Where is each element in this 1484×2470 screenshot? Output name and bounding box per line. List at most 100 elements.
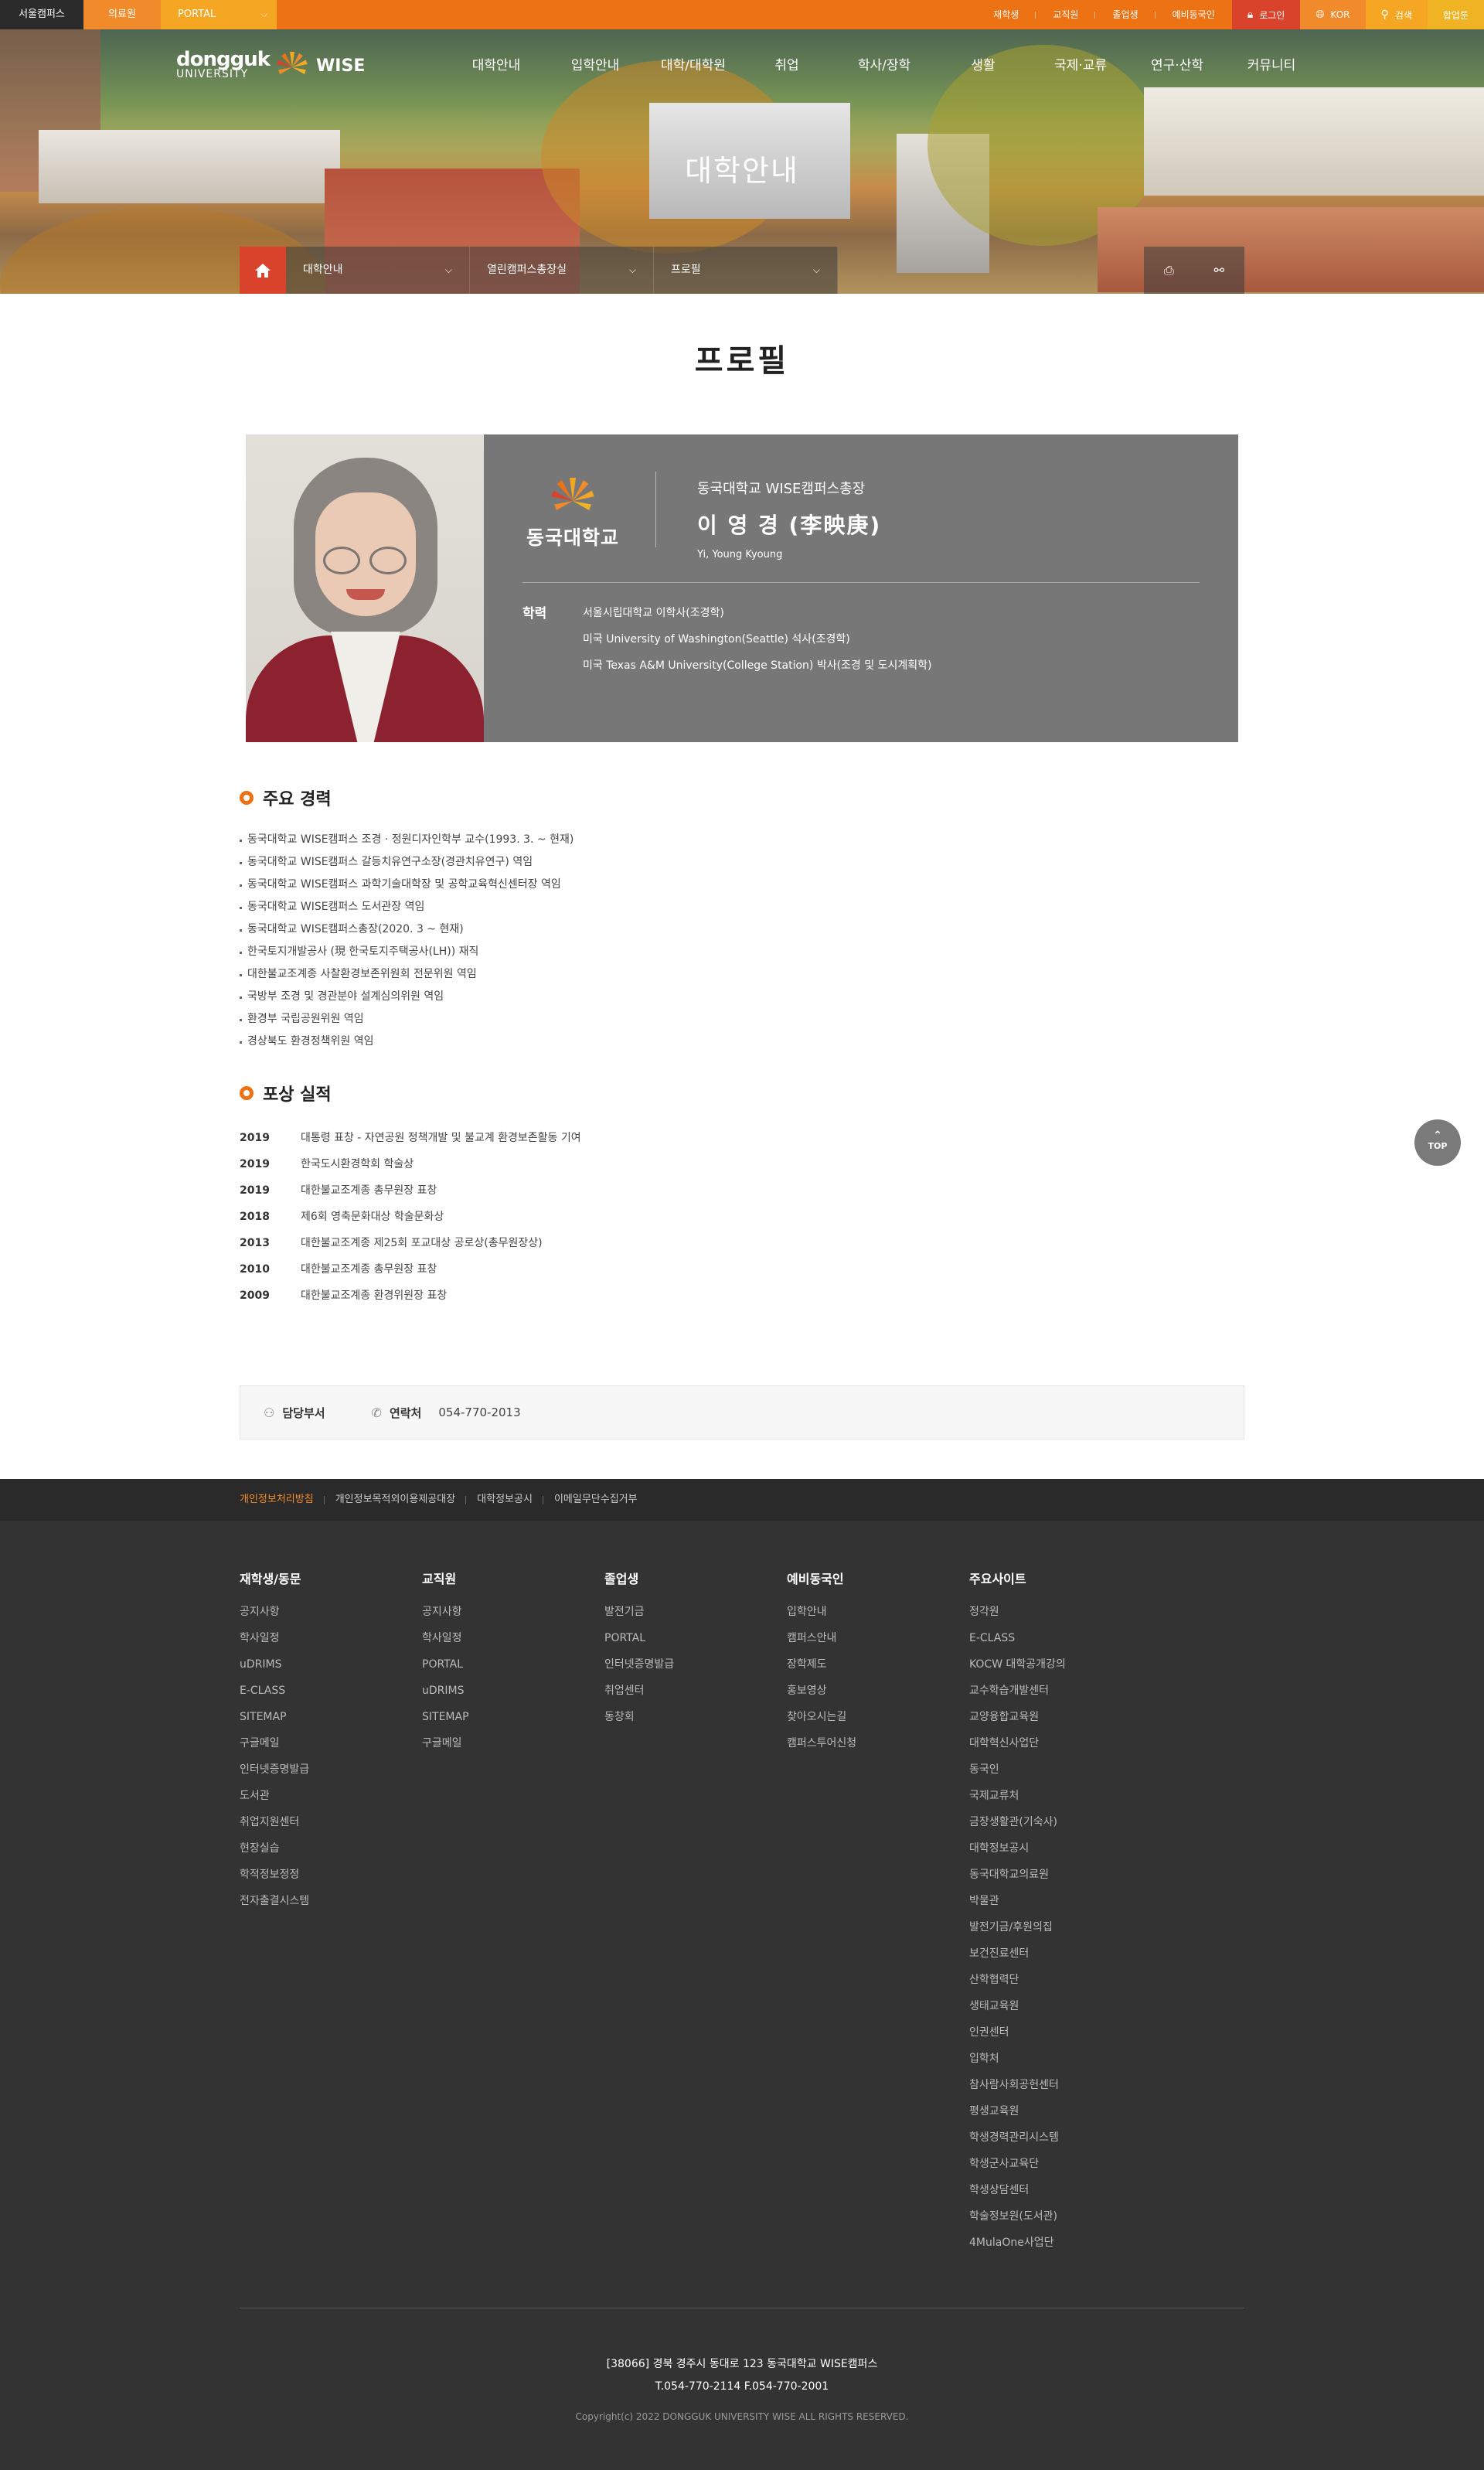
- footer-link[interactable]: KOCW 대학공개강의: [969, 1657, 1152, 1683]
- footer-link[interactable]: 취업지원센터: [240, 1814, 422, 1841]
- email-policy-link[interactable]: 이메일무단수집거부: [543, 1479, 648, 1521]
- seoul-campus-link[interactable]: 서울캠퍼스: [0, 0, 83, 29]
- footer-link[interactable]: 학사일정: [422, 1630, 604, 1657]
- footer-link[interactable]: 입학안내: [787, 1604, 969, 1630]
- university-logo[interactable]: dongguk UNIVERSITY WISE: [176, 46, 365, 85]
- footer-link[interactable]: 동국대학교의료원: [969, 1867, 1152, 1893]
- footer-link[interactable]: 생태교육원: [969, 1998, 1152, 2025]
- footer-link[interactable]: 교수학습개발센터: [969, 1683, 1152, 1709]
- nav-item-research[interactable]: 연구·산학: [1132, 48, 1223, 80]
- footer-link[interactable]: PORTAL: [422, 1657, 604, 1683]
- footer-link[interactable]: 발전기금: [604, 1604, 787, 1630]
- footer-link[interactable]: 발전기금/후원의집: [969, 1920, 1152, 1946]
- breadcrumb-label: 열린캠퍼스총장실: [487, 264, 567, 276]
- footer-link[interactable]: 국제교류처: [969, 1788, 1152, 1814]
- footer-link[interactable]: 인권센터: [969, 2025, 1152, 2051]
- footer-link[interactable]: 학생군사교육단: [969, 2156, 1152, 2182]
- footer-link[interactable]: 학사일정: [240, 1630, 422, 1657]
- footer-link[interactable]: 취업센터: [604, 1683, 787, 1709]
- portal-dropdown[interactable]: PORTAL ⌵: [161, 0, 277, 29]
- language-button[interactable]: 🌐︎ KOR: [1300, 0, 1366, 29]
- footer-link[interactable]: PORTAL: [604, 1630, 787, 1657]
- footer-link[interactable]: E-CLASS: [969, 1630, 1152, 1657]
- footer-link[interactable]: 학생경력관리시스템: [969, 2130, 1152, 2156]
- breadcrumb-level-1[interactable]: 대학안내 ⌵: [286, 247, 470, 294]
- students-link[interactable]: 재학생: [976, 0, 1036, 29]
- career-item: 동국대학교 WISE캠퍼스 조경 · 정원디자인학부 교수(1993. 3. ~…: [240, 829, 574, 851]
- footer-link[interactable]: 캠퍼스안내: [787, 1630, 969, 1657]
- medical-center-link[interactable]: 의료원: [83, 0, 161, 29]
- footer-link[interactable]: 학생상담센터: [969, 2182, 1152, 2209]
- privacy-ledger-link[interactable]: 개인정보목적외이용제공대장: [325, 1479, 467, 1521]
- footer-link[interactable]: 학적정보정정: [240, 1867, 422, 1893]
- award-text: 대한불교조계종 환경위원장 표창: [301, 1290, 448, 1302]
- footer-link[interactable]: 교양융합교육원: [969, 1709, 1152, 1736]
- staff-link[interactable]: 교직원: [1036, 0, 1096, 29]
- footer-link[interactable]: 공지사항: [422, 1604, 604, 1630]
- breadcrumb-level-2[interactable]: 열린캠퍼스총장실 ⌵: [470, 247, 654, 294]
- footer-link[interactable]: 참사람사회공헌센터: [969, 2077, 1152, 2104]
- footer-link[interactable]: 동국인: [969, 1762, 1152, 1788]
- nav-item-international[interactable]: 국제·교류: [1030, 48, 1132, 80]
- search-button[interactable]: ⚲ 검색: [1365, 0, 1428, 29]
- department-label: 담당부서: [282, 1405, 325, 1420]
- footer-link[interactable]: uDRIMS: [240, 1657, 422, 1683]
- nav-item-campus-life[interactable]: 생활: [937, 48, 1030, 80]
- divider: [522, 582, 1200, 583]
- footer-link[interactable]: 공지사항: [240, 1604, 422, 1630]
- footer-link[interactable]: 인터넷증명발급: [604, 1657, 787, 1683]
- footer-link[interactable]: 구글메일: [422, 1736, 604, 1762]
- footer-link[interactable]: 박물관: [969, 1893, 1152, 1920]
- login-button[interactable]: 🔒︎ 로그인: [1231, 0, 1301, 29]
- footer-column-title: 주요사이트: [969, 1572, 1026, 1586]
- logo-text: dongguk UNIVERSITY: [176, 49, 271, 80]
- footer-link[interactable]: 구글메일: [240, 1736, 422, 1762]
- print-icon[interactable]: ⎙: [1164, 263, 1174, 278]
- footer-link[interactable]: 캠퍼스투어신청: [787, 1736, 969, 1762]
- footer-link[interactable]: 인터넷증명발급: [240, 1762, 422, 1788]
- footer-link[interactable]: 산학협력단: [969, 1972, 1152, 1998]
- share-icon[interactable]: ⚯: [1214, 263, 1224, 278]
- footer-link[interactable]: 도서관: [240, 1788, 422, 1814]
- scroll-top-button[interactable]: ⌃ TOP: [1414, 1119, 1461, 1166]
- nav-item-about[interactable]: 대학안내: [447, 48, 546, 80]
- footer-link[interactable]: 4MulaOne사업단: [969, 2235, 1152, 2261]
- nav-item-colleges[interactable]: 대학/대학원: [645, 48, 742, 80]
- nav-item-academics[interactable]: 학사/장학: [832, 48, 937, 80]
- university-disclosure-link[interactable]: 대학정보공시: [466, 1479, 543, 1521]
- footer-link[interactable]: 전자출결시스템: [240, 1893, 422, 1920]
- footer-link[interactable]: SITEMAP: [422, 1709, 604, 1736]
- prospective-link[interactable]: 예비동국인: [1156, 0, 1232, 29]
- home-button[interactable]: [240, 247, 286, 294]
- footer-link[interactable]: 찾아오시는길: [787, 1709, 969, 1736]
- footer-link[interactable]: E-CLASS: [240, 1683, 422, 1709]
- footer-link[interactable]: 대학정보공시: [969, 1841, 1152, 1867]
- footer-link[interactable]: 보건진료센터: [969, 1946, 1152, 1972]
- breadcrumb-level-3[interactable]: 프로필 ⌵: [654, 247, 838, 294]
- nav-item-employment[interactable]: 취업: [742, 48, 832, 80]
- award-row: 2009 대한불교조계종 환경위원장 표창: [240, 1283, 581, 1309]
- footer-link[interactable]: 정각원: [969, 1604, 1152, 1630]
- footer-column: 졸업생 발전기금 PORTAL 인터넷증명발급 취업센터 동창회: [604, 1569, 787, 2261]
- footer-link[interactable]: SITEMAP: [240, 1709, 422, 1736]
- footer-link[interactable]: 학술정보원(도서관): [969, 2209, 1152, 2235]
- footer-link[interactable]: 동창회: [604, 1709, 787, 1736]
- footer-link[interactable]: 장학제도: [787, 1657, 969, 1683]
- president-name: 이 영 경 (李映庚): [697, 513, 882, 538]
- enter-button[interactable]: 합업툰: [1427, 0, 1484, 29]
- footer-link[interactable]: 현장실습: [240, 1841, 422, 1867]
- profile-logo: 동국대학교: [522, 470, 623, 550]
- alumni-link[interactable]: 졸업생: [1095, 0, 1156, 29]
- career-item: 한국토지개발공사 (現 한국토지주택공사(LH)) 재직: [240, 941, 574, 963]
- nav-item-community[interactable]: 커뮤니티: [1223, 48, 1320, 80]
- nav-item-admission[interactable]: 입학안내: [546, 48, 645, 80]
- footer-link[interactable]: 홍보영상: [787, 1683, 969, 1709]
- privacy-policy-link[interactable]: 개인정보처리방침: [240, 1479, 325, 1521]
- footer-link[interactable]: 평생교육원: [969, 2104, 1152, 2130]
- award-year: 2019: [240, 1132, 270, 1144]
- footer-link[interactable]: uDRIMS: [422, 1683, 604, 1709]
- footer-link[interactable]: 입학처: [969, 2051, 1152, 2077]
- footer-link[interactable]: 대학혁신사업단: [969, 1736, 1152, 1762]
- footer-link[interactable]: 금장생활관(기숙사): [969, 1814, 1152, 1841]
- award-year: 2019: [240, 1158, 270, 1170]
